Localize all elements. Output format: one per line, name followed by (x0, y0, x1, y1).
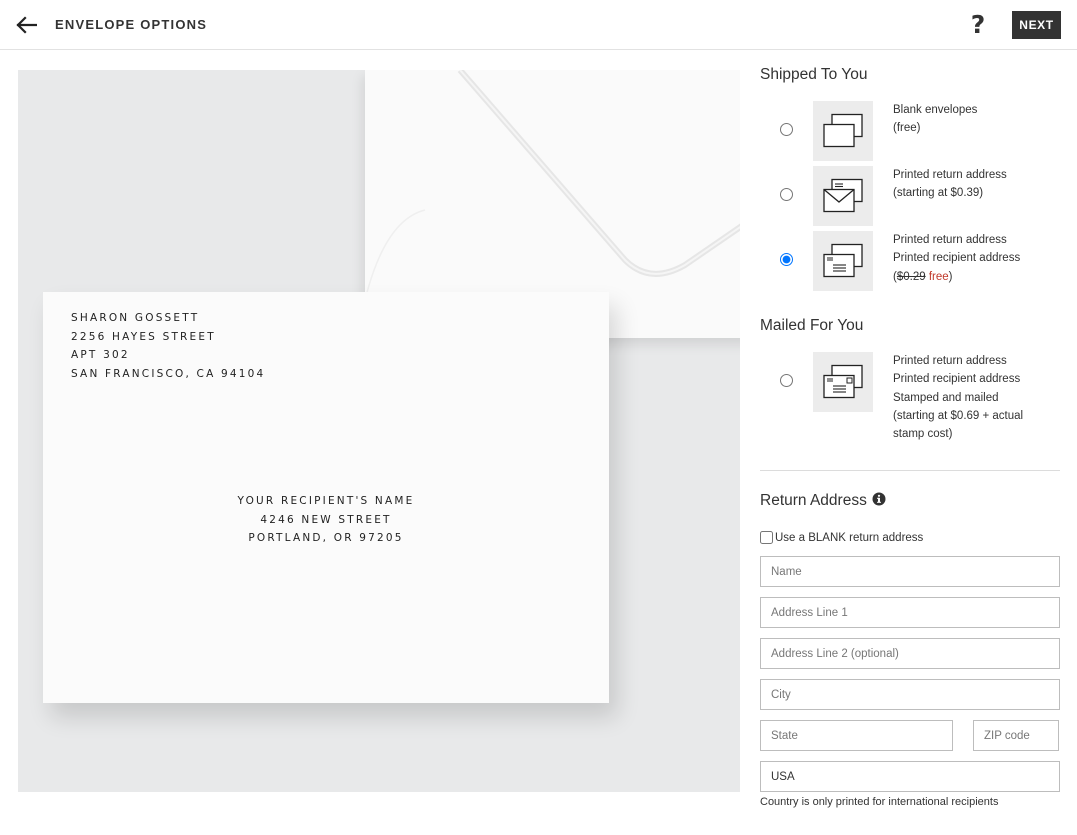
stamped-envelope-icon (823, 364, 863, 399)
printed-both-envelope-icon (823, 243, 863, 278)
envelope-front: SHARON GOSSETT 2256 HAYES STREET APT 302… (43, 292, 609, 703)
name-input[interactable] (760, 556, 1060, 587)
arrow-left-icon (16, 16, 37, 34)
option-printed-both-radio[interactable] (780, 253, 793, 266)
country-note: Country is only printed for internationa… (760, 796, 999, 808)
free-price: free (928, 270, 949, 283)
address-line-2-input[interactable] (760, 638, 1060, 669)
option-text-line: Printed return address (893, 169, 1007, 181)
original-price: $0.29 (896, 270, 926, 283)
recipient-address-line: YOUR RECIPIENT'S NAME (237, 495, 415, 507)
option-text-line: (starting at $0.39) (893, 187, 984, 200)
option-printed-both-thumbnail (813, 231, 873, 291)
blank-return-address-checkbox[interactable] (760, 531, 773, 544)
next-button[interactable]: NEXT (1012, 11, 1061, 39)
mailed-section-title: Mailed For You (760, 317, 864, 334)
blank-return-address-label: Use a BLANK return address (775, 531, 924, 544)
return-address-title-text: Return Address (760, 492, 867, 509)
zip-code-input[interactable] (973, 720, 1059, 751)
option-text-line: (starting at $0.69 + actual stamp cost) (893, 409, 1024, 441)
address-line-1-input[interactable] (760, 597, 1060, 628)
return-address-title: Return Address (760, 492, 886, 510)
shipped-section-title: Shipped To You (760, 66, 868, 83)
section-divider (760, 470, 1060, 471)
option-stamped-mailed-thumbnail (813, 352, 873, 412)
country-input[interactable] (760, 761, 1060, 792)
option-blank-description: Blank envelopes (free) (893, 101, 1063, 138)
option-text-line: Printed recipient address (893, 252, 1021, 265)
option-text-line: (free) (893, 122, 921, 135)
recipient-address-line: 4246 NEW STREET (260, 513, 392, 526)
option-text-line: Stamped and mailed (893, 391, 999, 404)
option-printed-return-radio[interactable] (780, 188, 793, 201)
option-printed-return-thumbnail (813, 166, 873, 226)
page-title: ENVELOPE OPTIONS (55, 17, 208, 32)
option-printed-both-description: Printed return address Printed recipient… (893, 231, 1063, 286)
option-text-line: Printed return address (893, 355, 1007, 367)
option-text-line: Printed return address (893, 234, 1007, 246)
option-stamped-mailed-radio[interactable] (780, 374, 793, 387)
info-icon[interactable] (872, 492, 886, 506)
blank-return-address-option[interactable]: Use a BLANK return address (760, 531, 923, 544)
option-text-line: Printed recipient address (893, 373, 1021, 386)
option-price-line: ($0.29 free) (893, 270, 953, 283)
back-button[interactable] (12, 12, 40, 38)
option-text-line: Blank envelopes (893, 104, 978, 116)
option-blank-thumbnail (813, 101, 873, 161)
recipient-address-preview: YOUR RECIPIENT'S NAME 4246 NEW STREET PO… (43, 492, 609, 548)
printed-return-envelope-icon (823, 178, 863, 213)
return-address-line: 2256 HAYES STREET (71, 330, 216, 343)
return-address-line: APT 302 (71, 349, 130, 361)
city-input[interactable] (760, 679, 1060, 710)
recipient-address-line: PORTLAND, OR 97205 (248, 532, 404, 544)
envelope-preview: SHARON GOSSETT 2256 HAYES STREET APT 302… (18, 70, 740, 792)
return-address-line: SHARON GOSSETT (71, 312, 200, 324)
option-blank-radio[interactable] (780, 123, 793, 136)
top-bar: ENVELOPE OPTIONS ? NEXT (0, 0, 1077, 50)
help-button[interactable]: ? (967, 10, 989, 40)
return-address-line: SAN FRANCISCO, CA 94104 (71, 367, 266, 380)
blank-envelopes-icon (823, 113, 863, 148)
return-address-preview: SHARON GOSSETT 2256 HAYES STREET APT 302… (71, 309, 265, 383)
option-printed-return-description: Printed return address (starting at $0.3… (893, 166, 1063, 203)
option-stamped-mailed-description: Printed return address Printed recipient… (893, 352, 1043, 443)
state-input[interactable] (760, 720, 953, 751)
